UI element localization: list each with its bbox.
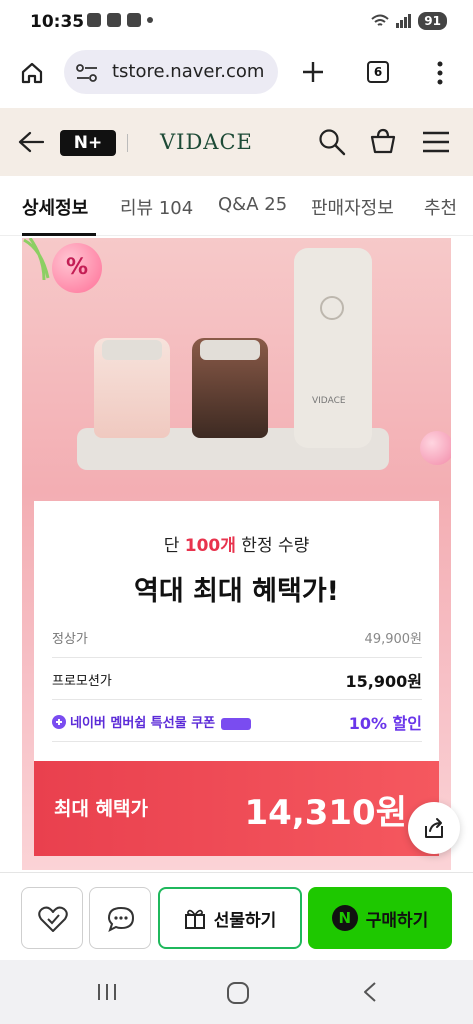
- share-button[interactable]: [408, 802, 460, 854]
- naver-plus-logo[interactable]: N+: [60, 130, 116, 156]
- signal-icon: [396, 14, 412, 28]
- system-status: 91: [370, 12, 447, 30]
- promotion-price-row: 프로모션가 15,900원: [52, 658, 422, 700]
- price-card: 단 100개 한정 수량 역대 최대 혜택가! 정상가 49,900원 프로모션…: [34, 501, 439, 761]
- site-settings-icon[interactable]: [76, 63, 98, 83]
- browser-toolbar: tstore.naver.com 6: [0, 44, 473, 108]
- grinder-button: [320, 296, 344, 320]
- talk-notification-icon: [107, 13, 121, 27]
- chat-bubble-icon: [107, 906, 135, 932]
- app-notification-icon: [127, 13, 141, 27]
- tab-seller-info[interactable]: 판매자정보: [311, 194, 394, 220]
- decorative-ball: [420, 431, 451, 465]
- notification-icons: [87, 13, 153, 27]
- share-icon: [425, 818, 443, 838]
- pepper-jar-cap: [200, 340, 260, 360]
- tab-switcher-button[interactable]: 6: [367, 61, 389, 83]
- status-bar: 10:35 91: [0, 0, 473, 44]
- wifi-icon: [371, 14, 389, 26]
- coupon-plus-icon: [52, 715, 66, 729]
- battery-level: 91: [418, 12, 447, 30]
- limited-prefix: 단: [163, 536, 185, 556]
- recent-apps-icon[interactable]: [96, 982, 118, 1002]
- coupon-label-wrap: 네이버 멤버쉽 특선물 쿠폰: [52, 712, 252, 731]
- gift-button[interactable]: 선물하기: [158, 887, 302, 949]
- back-nav-icon[interactable]: [362, 981, 378, 1003]
- talk-button[interactable]: [89, 887, 151, 949]
- heart-check-icon: [38, 906, 68, 932]
- status-time: 10:35: [30, 12, 85, 32]
- check-notification-icon: [87, 13, 101, 27]
- cart-icon[interactable]: [369, 127, 397, 155]
- regular-price-value: 49,900원: [364, 632, 422, 647]
- tab-details[interactable]: 상세정보: [22, 194, 88, 220]
- max-benefit-price: 14,310원: [244, 793, 407, 833]
- naver-pay-icon: N: [331, 905, 358, 931]
- home-nav-icon[interactable]: [226, 981, 250, 1005]
- more-menu-icon[interactable]: [436, 61, 444, 85]
- promo-title: 역대 최대 혜택가!: [134, 576, 339, 607]
- gift-label: 선물하기: [213, 910, 277, 931]
- promotion-price-value: 15,900원: [345, 672, 422, 691]
- regular-price-label: 정상가: [52, 632, 88, 647]
- grinder-brand-label: VIDACE: [312, 396, 346, 406]
- tab-qna[interactable]: Q&A 25: [218, 194, 287, 215]
- coupon-label: 네이버 멤버쉽 특선물 쿠폰: [70, 716, 216, 731]
- product-tabs: 상세정보 리뷰 104 Q&A 25 판매자정보 추천: [0, 176, 473, 236]
- electric-grinder: VIDACE: [294, 248, 372, 448]
- membership-badge-icon: [221, 717, 252, 730]
- back-arrow-icon[interactable]: [18, 131, 44, 153]
- gift-icon: [184, 909, 205, 929]
- purchase-action-bar: 선물하기 N 구매하기: [0, 872, 473, 960]
- regular-price-row: 정상가 49,900원: [52, 616, 422, 658]
- home-icon[interactable]: [20, 61, 44, 85]
- system-navigation-bar: [0, 960, 473, 1024]
- url-text[interactable]: tstore.naver.com: [112, 61, 264, 82]
- tab-reviews[interactable]: 리뷰 104: [120, 194, 193, 220]
- buy-label: 구매하기: [365, 910, 429, 931]
- header-divider: [127, 134, 128, 152]
- product-detail-image: % VIDACE 단 100개 한정 수량 역대 최대 혜택가! 정상가 49,…: [22, 238, 451, 870]
- store-header: N+ VIDACE: [0, 108, 473, 176]
- brand-logo[interactable]: VIDACE: [160, 130, 253, 154]
- wishlist-button[interactable]: [21, 887, 83, 949]
- max-benefit-label: 최대 혜택가: [54, 798, 149, 820]
- coupon-discount-value: 10% 할인: [348, 714, 422, 733]
- salt-jar-cap: [102, 340, 162, 360]
- new-tab-icon[interactable]: [302, 61, 324, 83]
- hamburger-menu-icon[interactable]: [422, 130, 450, 154]
- max-benefit-banner: 최대 혜택가 14,310원: [34, 761, 439, 856]
- tab-recommend[interactable]: 추천: [424, 194, 457, 220]
- limited-suffix: 한정 수량: [235, 536, 310, 556]
- search-icon[interactable]: [318, 128, 346, 156]
- active-tab-indicator: [22, 233, 96, 236]
- discount-percent-badge: %: [52, 243, 102, 293]
- more-notifications-icon: [147, 17, 153, 23]
- coupon-row: 네이버 멤버쉽 특선물 쿠폰 10% 할인: [52, 700, 422, 742]
- buy-button[interactable]: N 구매하기: [308, 887, 452, 949]
- promotion-price-label: 프로모션가: [52, 674, 112, 689]
- limited-quantity-text: 단 100개 한정 수량: [34, 531, 439, 556]
- limited-count: 100개: [184, 536, 236, 556]
